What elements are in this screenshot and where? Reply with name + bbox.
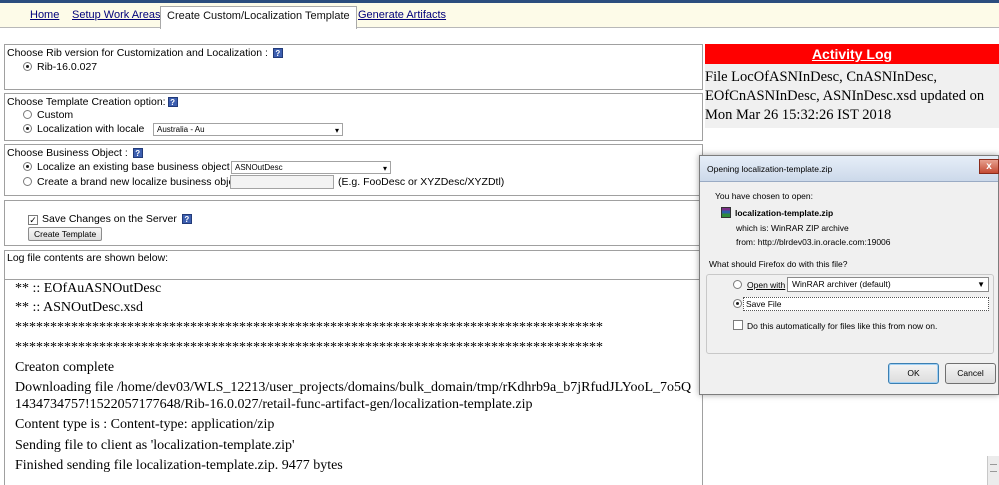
scrollbar[interactable] <box>987 456 999 485</box>
log-line: Content type is : Content-type: applicat… <box>15 417 275 432</box>
new-object-input[interactable] <box>230 175 334 189</box>
log-line: ****************************************… <box>15 320 603 335</box>
dropdown-arrow-icon: ▾ <box>334 126 339 135</box>
dialog-title: Opening localization-template.zip <box>700 156 998 182</box>
open-with-select[interactable]: WinRAR archiver (default) ▼ <box>787 277 989 292</box>
dialog-question: What should Firefox do with this file? <box>709 259 848 269</box>
log-line: Finished sending file localization-templ… <box>15 458 343 473</box>
activity-log-title: Activity Log <box>705 44 999 64</box>
log-output: ** :: EOfAuASNOutDesc ** :: ASNOutDesc.x… <box>4 279 703 485</box>
radio-icon[interactable] <box>23 162 32 171</box>
log-line: Downloading file /home/dev03/WLS_12213/u… <box>15 380 692 395</box>
rib-version-section: Choose Rib version for Customization and… <box>4 44 703 90</box>
help-icon[interactable]: ? <box>181 214 192 225</box>
new-object-hint: (E.g. FooDesc or XYZDesc/XYZDtl) <box>338 176 505 188</box>
nav-tab-bar: Home Setup Work Areas Create Custom/Loca… <box>0 3 999 29</box>
scroll-grip-icon[interactable] <box>990 464 997 472</box>
save-file-option[interactable]: Save File <box>743 297 989 311</box>
locale-select[interactable]: Australia - Au ▾ <box>153 123 343 136</box>
activity-log-panel: Activity Log File LocOfASNInDesc, CnASNI… <box>705 44 999 128</box>
checkbox-icon[interactable] <box>733 320 743 330</box>
custom-option[interactable]: Custom <box>23 109 73 121</box>
dropdown-arrow-icon: ▼ <box>977 280 985 289</box>
tab-create-template[interactable]: Create Custom/Localization Template <box>160 6 357 29</box>
radio-icon[interactable] <box>23 62 32 71</box>
help-icon[interactable]: ? <box>167 97 178 108</box>
tab-setup-work-areas[interactable]: Setup Work Areas <box>66 6 166 27</box>
rib-section-title: Choose Rib version for Customization and… <box>7 47 283 59</box>
radio-icon[interactable] <box>23 110 32 119</box>
close-icon[interactable]: x <box>979 159 999 174</box>
new-object-option[interactable]: Create a brand new localize business obj… <box>23 176 248 188</box>
existing-object-option[interactable]: Localize an existing base business objec… <box>23 161 235 173</box>
save-changes-checkbox[interactable]: ✓ Save Changes on the Server ? <box>28 213 192 225</box>
log-line: ** :: EOfAuASNOutDesc <box>15 281 162 296</box>
radio-icon[interactable] <box>23 124 32 133</box>
dialog-chosen-text: You have chosen to open: <box>715 191 813 201</box>
log-line: ** :: ASNOutDesc.xsd <box>15 300 143 315</box>
activity-log-message: File LocOfASNInDesc, CnASNInDesc, EOfCnA… <box>705 69 985 123</box>
ok-button[interactable]: OK <box>888 363 939 384</box>
radio-icon[interactable] <box>733 280 742 289</box>
auto-option-checkbox[interactable]: Do this automatically for files like thi… <box>733 320 937 331</box>
log-title-section: Log file contents are shown below: <box>4 250 703 279</box>
create-template-button[interactable]: Create Template <box>28 227 103 241</box>
log-line: Sending file to client as 'localization-… <box>15 438 295 453</box>
open-with-option[interactable]: Open with <box>733 280 785 290</box>
dialog-file-type: which is: WinRAR ZIP archive <box>736 223 849 233</box>
dialog-file-source: from: http://blrdev03.in.oracle.com:1900… <box>736 237 891 247</box>
cancel-button[interactable]: Cancel <box>945 363 996 384</box>
zip-archive-icon <box>721 207 731 218</box>
checkbox-icon[interactable]: ✓ <box>28 215 38 225</box>
help-icon[interactable]: ? <box>272 48 283 59</box>
log-line: Creaton complete <box>15 360 115 375</box>
radio-icon[interactable] <box>23 177 32 186</box>
business-object-section: Choose Business Object : ? Localize an e… <box>4 144 703 196</box>
rib-option[interactable]: Rib-16.0.027 <box>23 61 97 73</box>
save-section: ✓ Save Changes on the Server ? Create Tem… <box>4 200 703 246</box>
existing-object-select[interactable]: ASNOutDesc ▾ <box>231 161 391 174</box>
dropdown-arrow-icon: ▾ <box>382 164 387 173</box>
business-section-title: Choose Business Object : ? <box>7 147 143 159</box>
tab-home[interactable]: Home <box>24 6 65 27</box>
download-dialog: Opening localization-template.zip x You … <box>699 155 999 395</box>
log-line: 1434734757!1522057177648/Rib-16.0.027/re… <box>15 397 533 412</box>
log-line: ****************************************… <box>15 340 603 355</box>
tab-generate-artifacts[interactable]: Generate Artifacts <box>352 6 452 27</box>
localization-option[interactable]: Localization with locale <box>23 123 144 135</box>
help-icon[interactable]: ? <box>132 148 143 159</box>
template-section-title: Choose Template Creation option:? <box>7 96 178 108</box>
template-option-section: Choose Template Creation option:? Custom… <box>4 93 703 141</box>
dialog-filename: localization-template.zip <box>721 207 833 218</box>
log-title: Log file contents are shown below: <box>7 252 169 264</box>
radio-icon[interactable] <box>733 299 742 308</box>
